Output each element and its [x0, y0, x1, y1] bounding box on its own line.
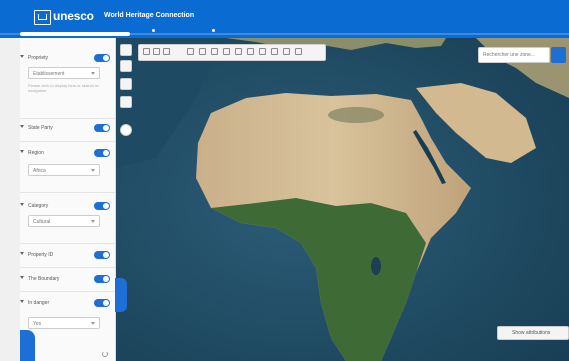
filter-toggle[interactable]: [94, 299, 110, 307]
satellite-map[interactable]: [116, 38, 569, 361]
filter-property: Propriety Etablissement Please click to …: [20, 52, 114, 93]
select-value: Etablissement: [33, 71, 65, 77]
divider: [20, 243, 115, 244]
filter-property-id: Property ID: [20, 249, 114, 261]
search-icon[interactable]: [551, 47, 566, 63]
select-value: Africa: [33, 168, 46, 174]
category-select[interactable]: Cultural: [28, 215, 100, 227]
progress-fill: [20, 32, 130, 36]
map-toolbar: [138, 44, 326, 61]
unesco-logo-icon: [34, 10, 51, 25]
dropdown-arrow-icon: [91, 72, 95, 75]
filter-in-danger: In danger Yes: [20, 297, 114, 329]
lake-victoria: [371, 257, 381, 275]
polygon-icon[interactable]: [235, 48, 242, 55]
filter-toggle[interactable]: [94, 149, 110, 157]
share-icon[interactable]: [283, 48, 290, 55]
filter-toggle[interactable]: [94, 124, 110, 132]
sahara-highlands: [328, 107, 384, 123]
filter-label: Region: [28, 150, 44, 156]
select-value: Cultural: [33, 219, 51, 225]
map-imagery: [116, 38, 569, 361]
camera-icon[interactable]: [271, 48, 278, 55]
select-tool-icon[interactable]: [143, 48, 150, 55]
select-value: Yes: [33, 321, 42, 327]
property-select[interactable]: Etablissement: [28, 67, 100, 79]
in-danger-select[interactable]: Yes: [28, 317, 100, 329]
search-input[interactable]: Rechercher une zone...: [478, 47, 550, 63]
chevron-down-icon[interactable]: [20, 203, 24, 206]
chevron-down-icon[interactable]: [20, 150, 24, 153]
chevron-down-icon[interactable]: [20, 300, 24, 303]
grid-icon[interactable]: [187, 48, 194, 55]
info-icon[interactable]: [295, 48, 302, 55]
nav-dot[interactable]: [152, 29, 155, 32]
filter-toggle[interactable]: [94, 275, 110, 283]
dropdown-arrow-icon: [91, 220, 95, 223]
filter-label: Property ID: [28, 252, 54, 258]
redo-icon[interactable]: [163, 48, 170, 55]
dropdown-arrow-icon: [91, 169, 95, 172]
sidebar-toggle-button[interactable]: [20, 330, 35, 361]
dropdown-arrow-icon: [91, 322, 95, 325]
layers-button[interactable]: [120, 96, 132, 108]
chevron-down-icon[interactable]: [20, 252, 24, 255]
map-side-tools: [120, 44, 132, 136]
divider: [20, 141, 115, 142]
filter-boundary: The Boundary: [20, 273, 114, 285]
filter-label: Propriety: [28, 55, 49, 61]
measure-icon[interactable]: [199, 48, 206, 55]
chevron-down-icon[interactable]: [20, 276, 24, 279]
zoom-in-button[interactable]: [120, 44, 132, 56]
reset-icon[interactable]: [102, 351, 108, 357]
divider: [20, 118, 115, 119]
divider: [20, 267, 115, 268]
divider: [20, 192, 115, 193]
draw-icon[interactable]: [223, 48, 230, 55]
attribution-button[interactable]: Show attributions: [497, 326, 569, 340]
filter-label: In danger: [28, 300, 50, 306]
filter-label: Category: [28, 203, 49, 209]
pin-icon[interactable]: [247, 48, 254, 55]
collapse-sidebar-button[interactable]: [115, 278, 127, 312]
filter-toggle[interactable]: [94, 54, 110, 62]
filter-toggle[interactable]: [94, 251, 110, 259]
filter-region: Region Africa: [20, 147, 114, 176]
zoom-out-button[interactable]: [120, 60, 132, 72]
filter-toggle[interactable]: [94, 202, 110, 210]
filter-category: Category Cultural: [20, 200, 114, 227]
filter-label: The Boundary: [28, 276, 60, 282]
filter-hint: Please click to display hers or search i…: [28, 83, 99, 93]
ruler-icon[interactable]: [211, 48, 218, 55]
sidebar-strip: [0, 38, 20, 361]
app-title: World Heritage Connection: [104, 12, 195, 19]
divider: [20, 291, 115, 292]
print-icon[interactable]: [259, 48, 266, 55]
region-select[interactable]: Africa: [28, 164, 100, 176]
filter-state-party: State Party: [20, 122, 114, 134]
undo-icon[interactable]: [153, 48, 160, 55]
filter-label: State Party: [28, 125, 53, 131]
chevron-down-icon[interactable]: [20, 125, 24, 128]
logo-text: unesco: [53, 9, 94, 23]
home-button[interactable]: [120, 78, 132, 90]
locate-button[interactable]: [120, 124, 132, 136]
chevron-down-icon[interactable]: [20, 55, 24, 58]
nav-dot[interactable]: [212, 29, 215, 32]
